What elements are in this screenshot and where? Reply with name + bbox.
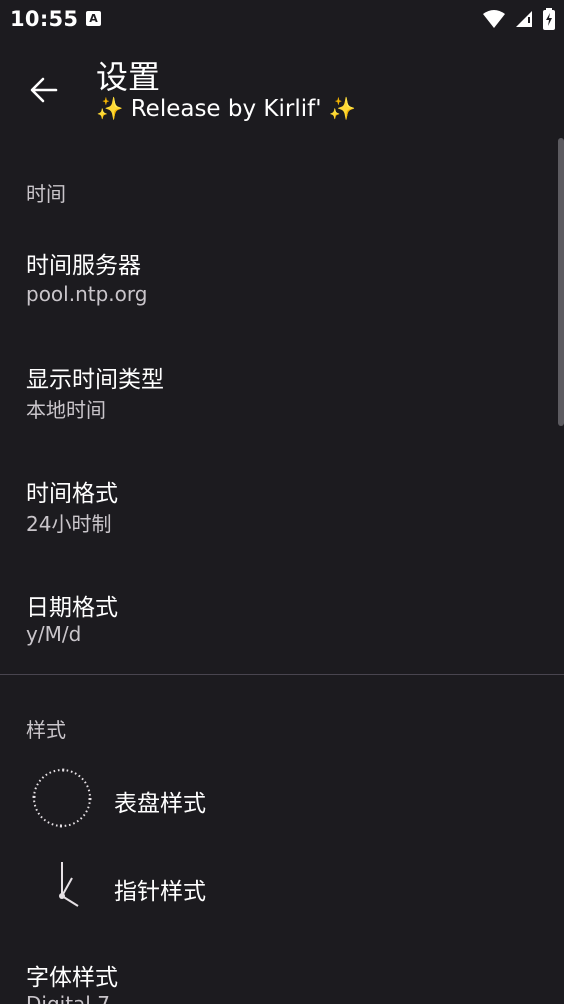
- pref-title: 指针样式: [114, 879, 206, 905]
- arrow-back-icon: [30, 77, 58, 103]
- pref-summary: 24小时制: [26, 512, 112, 536]
- pref-summary: 本地时间: [26, 398, 106, 422]
- status-icons: [482, 8, 556, 30]
- section-header-time: 时间: [26, 182, 66, 206]
- accessibility-notification-icon: A: [86, 11, 101, 26]
- pref-title: 显示时间类型: [26, 367, 164, 393]
- clock-dial-icon: [32, 768, 92, 828]
- page-subtitle: ✨ Release by Kirlif' ✨: [96, 96, 356, 122]
- pref-title: 时间格式: [26, 481, 118, 507]
- cell-signal-icon: [516, 11, 532, 27]
- pref-title: 日期格式: [26, 595, 118, 621]
- pref-summary: Digital 7: [26, 992, 110, 1004]
- battery-charging-icon: [543, 8, 555, 30]
- scrollbar[interactable]: [558, 138, 564, 426]
- page-title: 设置: [96, 58, 161, 96]
- pref-summary: pool.ntp.org: [26, 282, 148, 306]
- sparkles-icon: ✨: [96, 97, 124, 122]
- sparkles-icon: ✨: [328, 97, 357, 122]
- section-header-style: 样式: [26, 718, 66, 742]
- settings-screen: 10:55 A 设置 ✨ Release by Kirlif' ✨ 时间 时间服…: [0, 0, 564, 1004]
- pref-dial-style[interactable]: 表盘样式: [0, 754, 556, 842]
- back-button[interactable]: [22, 68, 66, 112]
- pref-title: 字体样式: [26, 965, 118, 991]
- clock-hands-icon: [59, 862, 79, 907]
- pref-font-style[interactable]: 字体样式 Digital 7: [0, 940, 556, 1004]
- pref-summary: y/M/d: [26, 622, 82, 646]
- status-bar: 10:55 A: [0, 0, 564, 38]
- pref-title: 表盘样式: [114, 791, 206, 817]
- status-time: 10:55: [10, 7, 79, 31]
- section-divider: [0, 674, 564, 675]
- pref-date-format[interactable]: 日期格式 y/M/d: [0, 570, 556, 670]
- wifi-icon: [483, 10, 505, 28]
- pref-hand-style[interactable]: 指针样式: [0, 842, 556, 930]
- pref-title: 时间服务器: [26, 253, 141, 279]
- pref-display-time-type[interactable]: 显示时间类型 本地时间: [0, 342, 556, 452]
- pref-time-server[interactable]: 时间服务器 pool.ntp.org: [0, 228, 556, 338]
- pref-time-format[interactable]: 时间格式 24小时制: [0, 456, 556, 566]
- app-bar: 设置 ✨ Release by Kirlif' ✨: [0, 38, 564, 138]
- subtitle-text: Release by Kirlif': [130, 96, 322, 122]
